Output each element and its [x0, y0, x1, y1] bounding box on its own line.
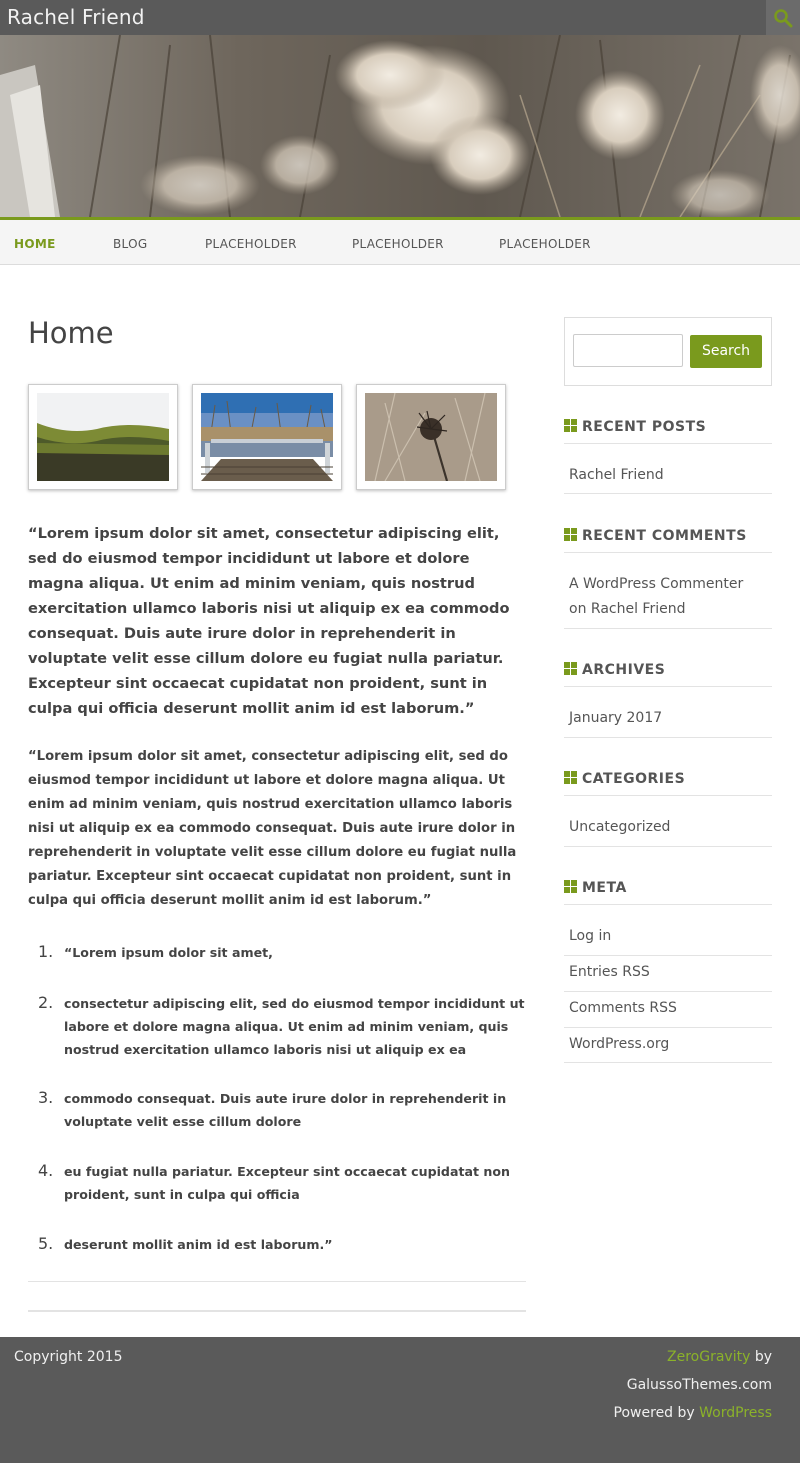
grid-icon: [564, 528, 578, 541]
gallery-image-dock[interactable]: [192, 384, 342, 490]
header-image: [0, 35, 800, 217]
recent-post-link[interactable]: Rachel Friend: [564, 463, 772, 494]
search-input[interactable]: [573, 334, 683, 367]
list-item: eu fugiat nulla pariatur. Excepteur sint…: [64, 1164, 510, 1202]
widget-title-recent-posts: RECENT POSTS: [564, 419, 772, 444]
list-item-number: 4.: [38, 1161, 54, 1180]
list-item-number: 2.: [38, 993, 54, 1012]
widget-title-text: ARCHIVES: [582, 662, 666, 678]
gallery-image-thistle[interactable]: [356, 384, 506, 490]
nav-item-home[interactable]: HOME: [14, 237, 56, 251]
top-bar: Rachel Friend: [0, 0, 800, 35]
widget-title-text: CATEGORIES: [582, 771, 686, 787]
recent-comment: A WordPress Commenter on Rachel Friend: [564, 572, 772, 629]
list-item: deserunt mollit anim id est laborum.”: [64, 1237, 333, 1252]
grid-icon: [564, 419, 578, 432]
grid-icon: [564, 880, 578, 893]
comment-on-text: on: [569, 601, 587, 617]
site-title[interactable]: Rachel Friend: [7, 5, 145, 29]
intro-paragraph-large: “Lorem ipsum dolor sit amet, consectetur…: [28, 525, 510, 717]
site-footer: Copyright 2015 ZeroGravity by GalussoThe…: [0, 1337, 800, 1463]
company-link[interactable]: GalussoThemes.com: [627, 1377, 772, 1393]
powered-by: Powered by WordPress: [614, 1405, 772, 1421]
nav-item-placeholder-3[interactable]: PLACEHOLDER: [499, 237, 591, 251]
search-icon: [774, 9, 793, 28]
search-toggle-button[interactable]: [766, 0, 800, 35]
widget-title-text: META: [582, 880, 627, 896]
page-title: Home: [28, 316, 114, 350]
category-link[interactable]: Uncategorized: [564, 815, 772, 847]
widget-title-recent-comments: RECENT COMMENTS: [564, 528, 772, 553]
main-nav: HOME BLOG PLACEHOLDER PLACEHOLDER PLACEH…: [0, 217, 800, 265]
content-divider: [28, 1281, 526, 1282]
archive-link[interactable]: January 2017: [564, 706, 772, 738]
powered-by-text: Powered by: [613, 1405, 695, 1421]
search-button[interactable]: Search: [690, 335, 762, 368]
list-item: commodo consequat. Duis aute irure dolor…: [64, 1091, 507, 1129]
wordpress-link[interactable]: WordPress: [699, 1405, 772, 1421]
nav-item-blog[interactable]: BLOG: [113, 237, 147, 251]
meta-link-entries-rss[interactable]: Entries RSS: [564, 960, 772, 992]
meta-link-login[interactable]: Log in: [564, 924, 772, 956]
nav-item-placeholder-2[interactable]: PLACEHOLDER: [352, 237, 444, 251]
comment-author-link[interactable]: A WordPress Commenter: [569, 576, 743, 592]
copyright-text: Copyright 2015: [14, 1349, 123, 1365]
theme-credit: ZeroGravity by: [667, 1349, 772, 1365]
widget-title-text: RECENT POSTS: [582, 419, 707, 435]
list-item-number: 3.: [38, 1088, 54, 1107]
gallery-image-moss-snow[interactable]: [28, 384, 178, 490]
by-text: by: [754, 1349, 772, 1365]
widget-title-text: RECENT COMMENTS: [582, 528, 747, 544]
content-divider: [28, 1310, 526, 1312]
widget-title-categories: CATEGORIES: [564, 771, 772, 796]
search-widget: Search: [564, 317, 772, 386]
list-item: “Lorem ipsum dolor sit amet,: [64, 945, 273, 960]
nav-item-placeholder-1[interactable]: PLACEHOLDER: [205, 237, 297, 251]
list-item-number: 5.: [38, 1234, 54, 1253]
list-item: consectetur adipiscing elit, sed do eius…: [64, 996, 525, 1057]
comment-post-link[interactable]: Rachel Friend: [591, 601, 686, 617]
theme-link[interactable]: ZeroGravity: [667, 1349, 750, 1365]
meta-link-wordpress-org[interactable]: WordPress.org: [564, 1032, 772, 1063]
meta-link-comments-rss[interactable]: Comments RSS: [564, 996, 772, 1028]
widget-title-meta: META: [564, 880, 772, 905]
grid-icon: [564, 771, 578, 784]
grid-icon: [564, 662, 578, 675]
list-item-number: 1.: [38, 942, 54, 961]
widget-title-archives: ARCHIVES: [564, 662, 772, 687]
intro-paragraph-medium: “Lorem ipsum dolor sit amet, consectetur…: [28, 749, 517, 908]
